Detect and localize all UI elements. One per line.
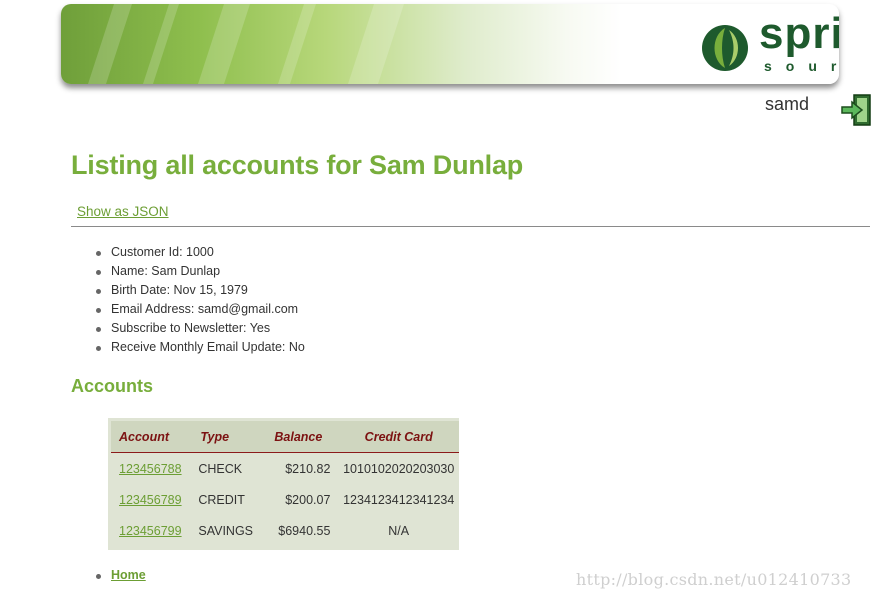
balance-cell: $210.82 xyxy=(285,461,331,476)
logo-subtitle: source xyxy=(764,58,839,74)
credit-card-cell: 1234123412341234 xyxy=(343,492,455,507)
blog-watermark: http://blog.csdn.net/u012410733 xyxy=(576,570,852,589)
column-header-type: Type xyxy=(198,421,267,453)
column-header-credit-card: Credit Card xyxy=(338,421,459,453)
home-link[interactable]: Home xyxy=(111,568,146,582)
customer-name-item: Name: Sam Dunlap xyxy=(96,262,305,281)
balance-cell: $6940.55 xyxy=(278,523,331,538)
table-row: 123456799 SAVINGS $6940.55 N/A xyxy=(111,515,459,546)
table-header-row: Account Type Balance Credit Card xyxy=(111,421,459,453)
table-row: 123456788 CHECK $210.82 1010102020203030 xyxy=(111,453,459,485)
account-number-cell: 123456799 xyxy=(111,515,198,546)
footer-nav-list: Home xyxy=(96,566,146,584)
column-header-balance: Balance xyxy=(266,421,339,453)
accounts-table: Account Type Balance Credit Card 1234567… xyxy=(111,421,459,546)
springsource-leaf-icon xyxy=(702,25,748,71)
table-row: 123456789 CREDIT $200.07 123412341234123… xyxy=(111,484,459,515)
list-item: Home xyxy=(96,566,146,584)
show-as-json-link[interactable]: Show as JSON xyxy=(77,204,169,219)
logout-icon[interactable] xyxy=(840,94,872,126)
monthly-update-item: Receive Monthly Email Update: No xyxy=(96,338,305,357)
email-item: Email Address: samd@gmail.com xyxy=(96,300,305,319)
column-header-account: Account xyxy=(111,421,199,453)
account-link[interactable]: 123456788 xyxy=(119,462,182,476)
customer-id-item: Customer Id: 1000 xyxy=(96,243,305,262)
credit-card-cell: 1010102020203030 xyxy=(343,461,455,476)
page-title: Listing all accounts for Sam Dunlap xyxy=(71,150,524,180)
credit-card-cell: N/A xyxy=(388,523,410,538)
accounts-heading: Accounts xyxy=(71,376,154,396)
account-type-cell: CHECK xyxy=(198,461,243,476)
logo-wordmark: spring xyxy=(759,9,839,58)
account-type-cell: SAVINGS xyxy=(198,523,254,538)
customer-details-list: Customer Id: 1000 Name: Sam Dunlap Birth… xyxy=(96,243,305,357)
account-link[interactable]: 123456789 xyxy=(119,493,182,507)
newsletter-item: Subscribe to Newsletter: Yes xyxy=(96,319,305,338)
header-banner: spring source xyxy=(61,4,839,84)
account-link[interactable]: 123456799 xyxy=(119,524,182,538)
balance-cell: $200.07 xyxy=(285,492,331,507)
account-number-cell: 123456789 xyxy=(111,484,198,515)
divider xyxy=(71,226,870,227)
account-number-cell: 123456788 xyxy=(111,453,198,485)
account-type-cell: CREDIT xyxy=(198,492,245,507)
current-username: samd xyxy=(765,94,810,114)
birth-date-item: Birth Date: Nov 15, 1979 xyxy=(96,281,305,300)
accounts-table-container: Account Type Balance Credit Card 1234567… xyxy=(108,418,459,550)
